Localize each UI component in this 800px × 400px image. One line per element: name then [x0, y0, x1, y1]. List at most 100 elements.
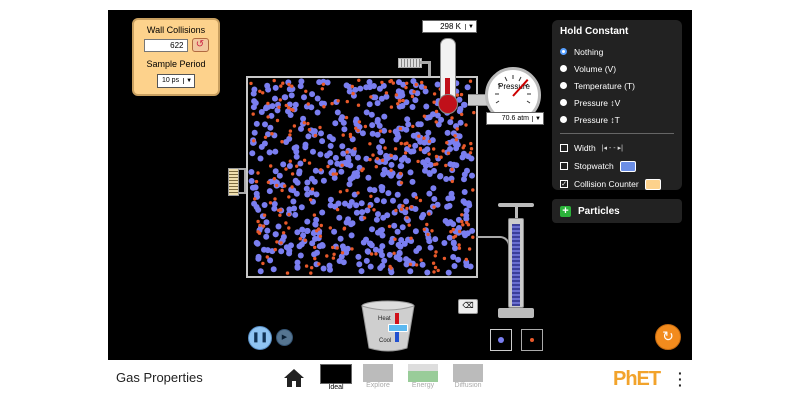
heat-cool-slider-thumb[interactable] [388, 324, 408, 332]
light-particle [409, 236, 413, 240]
screen-tab-ideal[interactable]: Ideal [318, 364, 354, 391]
heavy-particle [371, 187, 378, 194]
light-particle [281, 231, 286, 235]
energy-screen-icon [408, 364, 438, 382]
light-particle [442, 256, 447, 261]
undo-icon: ↺ [195, 39, 205, 50]
light-particle [464, 257, 468, 262]
light-particle [414, 263, 419, 267]
heavy-particle [313, 191, 320, 198]
light-particle [342, 226, 347, 230]
light-particle [340, 251, 345, 255]
light-particle [287, 195, 291, 199]
light-particle [279, 208, 283, 212]
heavy-particle-button[interactable] [490, 329, 512, 351]
screen-tab-explore[interactable]: Explore [360, 364, 396, 389]
heavy-particle [373, 216, 380, 223]
wall-collisions-panel[interactable]: Wall Collisions 622 ↺ Sample Period 10 p… [132, 18, 220, 96]
light-particle [433, 162, 437, 167]
temperature-select[interactable]: 298 K ▼ [422, 20, 477, 33]
screen-tab-diffusion[interactable]: Diffusion [450, 364, 486, 389]
collision-counter-checkbox[interactable]: ✓ Collision Counter [560, 175, 674, 193]
heavy-particle [374, 116, 381, 123]
heavy-particle [426, 238, 433, 245]
light-particle [268, 201, 273, 205]
light-particle [401, 204, 405, 208]
checkbox-label: Stopwatch [574, 161, 614, 171]
radio-pressure-t[interactable]: Pressure ↕T [560, 111, 674, 128]
heavy-particle [394, 254, 401, 261]
light-particle [374, 252, 378, 256]
heavy-particle [364, 207, 371, 214]
radio-volume[interactable]: Volume (V) [560, 60, 674, 77]
container-width-handle[interactable] [228, 168, 239, 196]
light-particle [422, 114, 427, 118]
radio-temperature[interactable]: Temperature (T) [560, 77, 674, 94]
radio-nothing[interactable]: Nothing [560, 43, 674, 60]
light-particle [444, 163, 448, 168]
heavy-particle [332, 120, 339, 127]
light-particle-button[interactable] [521, 329, 543, 351]
heavy-particle [329, 136, 336, 143]
heavy-particle [347, 162, 354, 169]
heavy-particle [461, 176, 467, 183]
light-particle [380, 158, 385, 163]
heavy-particle [290, 198, 297, 205]
lid-handle[interactable] [398, 58, 422, 68]
light-particle [446, 151, 451, 155]
heavy-particle [302, 144, 309, 151]
eraser-button[interactable]: ⌫ [458, 299, 478, 314]
play-pause-button[interactable]: ❚❚ [248, 326, 272, 350]
step-button[interactable]: ▶ [276, 329, 293, 346]
reset-collisions-button[interactable]: ↺ [191, 38, 209, 52]
light-particle [460, 219, 464, 224]
light-particle [416, 159, 420, 164]
screen-tab-energy[interactable]: Energy [405, 364, 441, 389]
screen-label: Diffusion [454, 382, 482, 389]
light-particle [434, 250, 438, 254]
heavy-particle [303, 185, 310, 192]
heavy-particle [412, 228, 419, 235]
light-particle [420, 80, 424, 85]
sample-period-select[interactable]: 10 ps ▼ [156, 73, 196, 88]
heavy-particle [309, 240, 316, 247]
home-icon[interactable] [283, 368, 305, 388]
kebab-menu-icon[interactable]: · · · [678, 366, 683, 392]
heavy-particle [401, 240, 408, 247]
light-particle [307, 161, 312, 165]
light-particle [351, 91, 355, 96]
light-particle [318, 234, 323, 238]
heavy-particle [457, 106, 464, 112]
stopwatch-checkbox[interactable]: Stopwatch [560, 157, 674, 175]
heavy-particle [442, 218, 449, 224]
light-particle [319, 223, 323, 228]
chevron-down-icon: ▼ [183, 77, 194, 84]
heavy-particle [413, 248, 420, 254]
pressure-label: Pressure [497, 82, 530, 91]
pressure-value: 70.6 atm [501, 115, 529, 122]
light-particle [468, 151, 473, 155]
heavy-particle [298, 78, 305, 85]
heavy-particle [410, 132, 417, 139]
pressure-select[interactable]: 70.6 atm ▼ [486, 112, 544, 125]
light-particle [273, 197, 277, 201]
particles-accordion[interactable]: + Particles [552, 199, 682, 223]
light-particle [313, 245, 317, 250]
light-particle [445, 141, 449, 145]
heavy-particle [280, 233, 287, 240]
heavy-particle [264, 227, 271, 234]
heavy-particle [399, 92, 406, 99]
light-particle [432, 270, 436, 274]
heavy-particle [450, 240, 457, 247]
light-particle [277, 105, 281, 109]
light-particle [383, 146, 387, 150]
width-checkbox[interactable]: Width |◂ - - ▸| [560, 139, 674, 157]
reset-all-button[interactable]: ↻ [655, 324, 681, 350]
radio-pressure-v[interactable]: Pressure ↕V [560, 94, 674, 111]
temperature-value: 298 K [440, 22, 461, 31]
phet-logo[interactable]: PhET [613, 368, 661, 391]
light-particle [354, 126, 358, 130]
light-particle [457, 246, 462, 250]
heavy-particle [266, 188, 273, 195]
light-particle [408, 262, 413, 266]
